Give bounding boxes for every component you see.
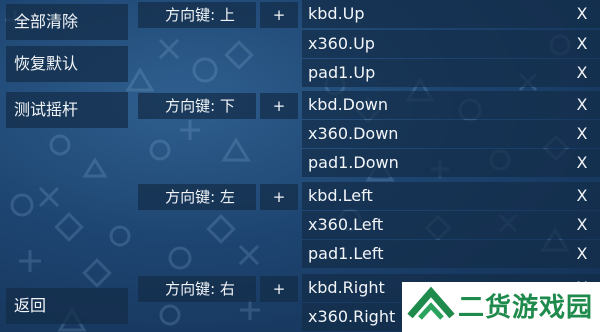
binding-label: x360.Down (308, 124, 399, 143)
remove-binding-button[interactable]: X (570, 0, 594, 28)
binding-label: x360.Left (308, 215, 384, 234)
add-binding-down-button[interactable]: + (260, 93, 298, 119)
binding-row: x360.Up X (302, 30, 600, 58)
binding-label: pad1.Left (308, 244, 384, 263)
remove-binding-button[interactable]: X (570, 182, 594, 210)
binding-row: kbd.Down X (302, 91, 600, 119)
remove-binding-button[interactable]: X (570, 211, 594, 239)
watermark: 二货游戏园 (402, 282, 600, 332)
binding-label: x360.Up (308, 34, 375, 53)
remove-binding-button[interactable]: X (570, 120, 594, 148)
test-joystick-button[interactable]: 测试摇杆 (6, 92, 128, 128)
back-button[interactable]: 返回 (6, 288, 128, 324)
direction-label-down: 方向键: 下 (138, 93, 256, 119)
binding-row: pad1.Up X (302, 59, 600, 87)
binding-row: kbd.Up X (302, 0, 600, 28)
remove-binding-button[interactable]: X (570, 30, 594, 58)
add-binding-up-button[interactable]: + (260, 2, 298, 28)
direction-label-left: 方向键: 左 (138, 184, 256, 210)
add-binding-right-button[interactable]: + (260, 276, 298, 302)
remove-binding-button[interactable]: X (570, 91, 594, 119)
remove-binding-button[interactable]: X (570, 59, 594, 87)
watermark-text: 二货游戏园 (458, 293, 594, 323)
binding-label: kbd.Right (308, 278, 385, 297)
binding-row: pad1.Left X (302, 240, 600, 268)
binding-label: kbd.Up (308, 4, 365, 23)
binding-row: kbd.Left X (302, 182, 600, 210)
binding-label: pad1.Up (308, 63, 376, 82)
binding-row: x360.Left X (302, 211, 600, 239)
binding-label: x360.Right (308, 307, 396, 326)
binding-row: pad1.Down X (302, 149, 600, 177)
remove-binding-button[interactable]: X (570, 240, 594, 268)
watermark-logo-icon (407, 286, 455, 320)
direction-label-right: 方向键: 右 (138, 276, 256, 302)
remove-binding-button[interactable]: X (570, 149, 594, 177)
restore-default-button[interactable]: 恢复默认 (6, 46, 128, 82)
direction-label-up: 方向键: 上 (138, 2, 256, 28)
add-binding-left-button[interactable]: + (260, 184, 298, 210)
binding-label: kbd.Down (308, 95, 388, 114)
binding-row: x360.Down X (302, 120, 600, 148)
clear-all-button[interactable]: 全部清除 (6, 4, 128, 40)
binding-label: pad1.Down (308, 153, 399, 172)
binding-label: kbd.Left (308, 186, 373, 205)
